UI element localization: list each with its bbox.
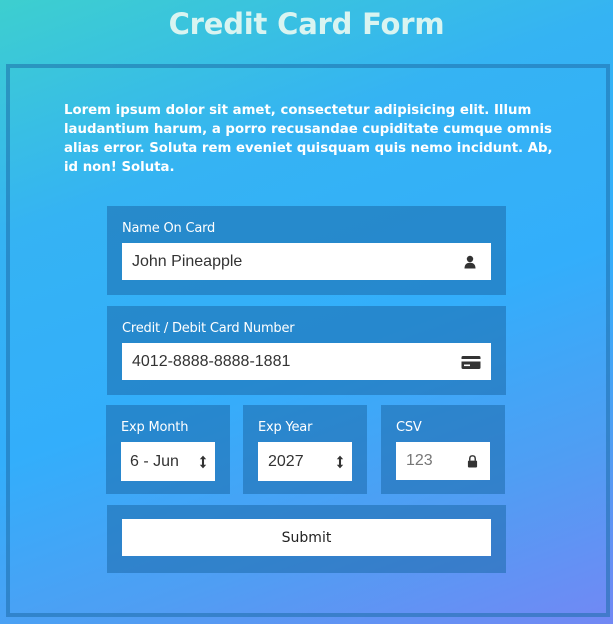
card-number-value[interactable]: 4012-8888-8888-1881	[132, 343, 290, 380]
card-number-field[interactable]: 4012-8888-8888-1881	[122, 343, 491, 380]
name-on-card-value[interactable]: John Pineapple	[132, 243, 242, 280]
exp-year-label: Exp Year	[258, 420, 313, 435]
name-on-card-label: Name On Card	[122, 221, 216, 236]
intro-text: Lorem ipsum dolor sit amet, consectetur …	[64, 103, 553, 175]
csv-label: CSV	[396, 420, 422, 435]
csv-group: CSV 123	[381, 405, 505, 494]
submit-group: Submit	[107, 505, 506, 573]
exp-month-value[interactable]: 6 - Jun	[130, 442, 179, 481]
name-on-card-group: Name On Card John Pineapple	[107, 206, 506, 295]
card-number-group: Credit / Debit Card Number 4012-8888-888…	[107, 306, 506, 395]
card-number-label: Credit / Debit Card Number	[122, 321, 295, 336]
exp-month-group: Exp Month 6 - Jun	[106, 405, 230, 494]
up-down-arrow-icon	[336, 455, 344, 469]
exp-month-label: Exp Month	[121, 420, 189, 435]
page-title: Credit Card Form	[168, 7, 445, 41]
up-down-arrow-icon	[199, 455, 207, 469]
csv-field[interactable]: 123	[396, 442, 490, 480]
name-on-card-field[interactable]: John Pineapple	[122, 243, 491, 280]
submit-button[interactable]: Submit	[122, 519, 491, 556]
exp-year-value[interactable]: 2027	[268, 442, 304, 481]
exp-year-group: Exp Year 2027	[243, 405, 367, 494]
user-icon	[464, 255, 476, 269]
csv-placeholder[interactable]: 123	[406, 442, 433, 480]
exp-year-select[interactable]: 2027	[258, 442, 352, 481]
exp-month-select[interactable]: 6 - Jun	[121, 442, 215, 481]
credit-card-icon	[461, 356, 481, 369]
lock-icon	[467, 455, 478, 468]
